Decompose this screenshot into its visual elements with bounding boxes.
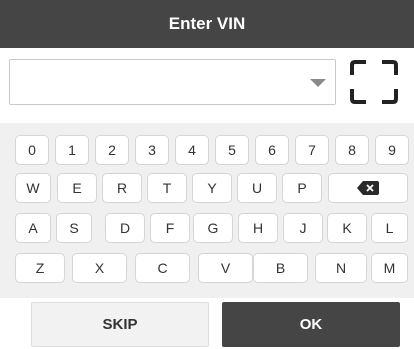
key-c[interactable]: C xyxy=(135,253,190,283)
key-4[interactable]: 4 xyxy=(175,135,209,165)
dialog-title: Enter VIN xyxy=(0,0,414,48)
enter-vin-dialog: Enter VIN 0 1 2 3 4 5 6 7 8 9 W E R T Y … xyxy=(0,0,414,349)
key-s[interactable]: S xyxy=(56,213,92,243)
key-d[interactable]: D xyxy=(105,213,145,243)
vin-keyboard: 0 1 2 3 4 5 6 7 8 9 W E R T Y U P A S D … xyxy=(0,123,414,298)
key-a[interactable]: A xyxy=(15,213,51,243)
ok-button[interactable]: OK xyxy=(222,302,400,347)
vin-input[interactable] xyxy=(10,60,335,104)
key-b[interactable]: B xyxy=(253,253,308,283)
key-5[interactable]: 5 xyxy=(215,135,249,165)
key-8[interactable]: 8 xyxy=(335,135,369,165)
key-x[interactable]: X xyxy=(72,253,127,283)
key-9[interactable]: 9 xyxy=(375,135,409,165)
key-f[interactable]: F xyxy=(150,213,190,243)
key-p[interactable]: P xyxy=(282,173,322,203)
backspace-key[interactable] xyxy=(328,173,408,203)
key-w[interactable]: W xyxy=(15,173,51,203)
scan-frame-icon xyxy=(350,60,398,104)
key-m[interactable]: M xyxy=(371,253,408,283)
backspace-icon xyxy=(357,181,379,195)
key-k[interactable]: K xyxy=(327,213,367,243)
key-v[interactable]: V xyxy=(198,253,253,283)
vin-input-field[interactable] xyxy=(9,59,336,105)
key-1[interactable]: 1 xyxy=(55,135,89,165)
key-7[interactable]: 7 xyxy=(295,135,329,165)
key-0[interactable]: 0 xyxy=(15,135,49,165)
key-y[interactable]: Y xyxy=(192,173,232,203)
key-u[interactable]: U xyxy=(237,173,277,203)
key-n[interactable]: N xyxy=(315,253,367,283)
skip-button[interactable]: SKIP xyxy=(31,302,209,347)
scan-vin-button[interactable] xyxy=(346,57,402,107)
key-t[interactable]: T xyxy=(147,173,187,203)
key-3[interactable]: 3 xyxy=(135,135,169,165)
key-z[interactable]: Z xyxy=(15,253,65,283)
key-6[interactable]: 6 xyxy=(255,135,289,165)
key-l[interactable]: L xyxy=(371,213,408,243)
key-r[interactable]: R xyxy=(102,173,142,203)
key-g[interactable]: G xyxy=(193,213,233,243)
key-j[interactable]: J xyxy=(283,213,323,243)
dropdown-arrow-icon[interactable] xyxy=(310,79,326,87)
key-2[interactable]: 2 xyxy=(95,135,129,165)
key-h[interactable]: H xyxy=(238,213,278,243)
key-e[interactable]: E xyxy=(57,173,97,203)
